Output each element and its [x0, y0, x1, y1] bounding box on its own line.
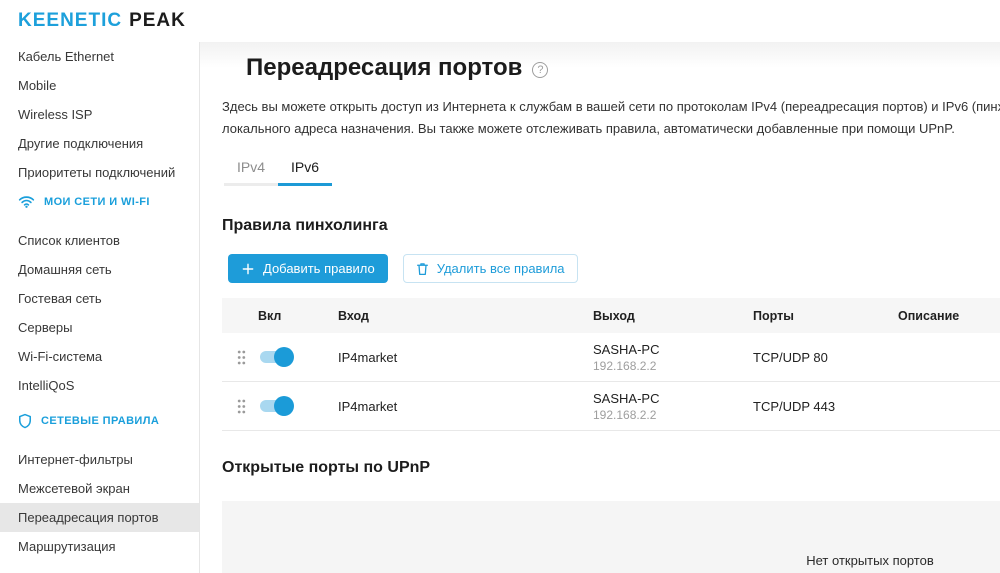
tab-ipv4[interactable]: IPv4 [224, 153, 278, 186]
delete-all-rules-button[interactable]: Удалить все правила [403, 254, 578, 283]
rule-input: IP4market [338, 399, 593, 414]
sidebar-item-routing[interactable]: Маршрутизация [0, 532, 199, 561]
drag-handle-icon[interactable] [222, 350, 258, 365]
sidebar-item-connection-priorities[interactable]: Приоритеты подключений [0, 158, 199, 187]
rule-enabled-toggle[interactable] [258, 347, 294, 367]
trash-icon [416, 262, 429, 276]
pinhole-rules-heading: Правила пинхолинга [222, 217, 1000, 235]
sidebar-section-my-networks: МОИ СЕТИ И WI-FI [0, 187, 199, 216]
sidebar-item-port-forwarding[interactable]: Переадресация портов [0, 503, 199, 532]
pinhole-rules-table: Вкл Вход Выход Порты Описание [222, 298, 1000, 431]
sidebar-section-label: СЕТЕВЫЕ ПРАВИЛА [41, 415, 159, 427]
sidebar-item-mobile[interactable]: Mobile [0, 71, 199, 100]
sidebar-nav: Кабель Ethernet Mobile Wireless ISP Друг… [0, 42, 200, 573]
sidebar-item-other-connections[interactable]: Другие подключения [0, 129, 199, 158]
protocol-tabs: IPv4 IPv6 [224, 153, 1000, 186]
col-header-description: Описание [898, 309, 1000, 323]
sidebar-item-wifi-system[interactable]: Wi-Fi-система [0, 342, 199, 371]
delete-all-rules-label: Удалить все правила [437, 261, 565, 276]
rule-output-ip: 192.168.2.2 [593, 358, 753, 374]
rule-ports: TCP/UDP 80 [753, 350, 898, 365]
add-rule-button[interactable]: Добавить правило [228, 254, 388, 283]
upnp-empty-text: Нет открытых портов [806, 553, 933, 568]
main-content: Переадресация портов ? Здесь вы можете о… [200, 42, 1000, 573]
tab-ipv6[interactable]: IPv6 [278, 153, 332, 186]
col-header-ports: Порты [753, 309, 898, 323]
sidebar-item-home-network[interactable]: Домашняя сеть [0, 255, 199, 284]
upnp-empty-state: Нет открытых портов [222, 501, 1000, 573]
table-row: IP4market SASHA-PC 192.168.2.2 TCP/UDP 4… [222, 382, 1000, 431]
plus-icon [241, 262, 255, 276]
logo-model: PEAK [129, 10, 186, 32]
sidebar-item-wireless-isp[interactable]: Wireless ISP [0, 100, 199, 129]
wifi-icon [18, 195, 35, 208]
col-header-enabled: Вкл [258, 309, 338, 323]
rule-output-host: SASHA-PC [593, 341, 753, 358]
sidebar-item-client-list[interactable]: Список клиентов [0, 226, 199, 255]
table-header: Вкл Вход Выход Порты Описание [222, 298, 1000, 333]
table-row: IP4market SASHA-PC 192.168.2.2 TCP/UDP 8… [222, 333, 1000, 382]
description-line-2: локального адреса назначения. Вы также м… [222, 118, 1000, 140]
page-title: Переадресация портов [246, 55, 522, 81]
upnp-heading: Открытые порты по UPnP [222, 459, 1000, 477]
rule-output-host: SASHA-PC [593, 390, 753, 407]
sidebar-item-intelliqos[interactable]: IntelliQoS [0, 371, 199, 400]
sidebar-item-internet-filters[interactable]: Интернет-фильтры [0, 445, 199, 474]
sidebar-section-network-rules: СЕТЕВЫЕ ПРАВИЛА [0, 406, 199, 435]
col-header-output: Выход [593, 309, 753, 323]
sidebar-section-label: МОИ СЕТИ И WI-FI [44, 196, 150, 208]
description-line-1: Здесь вы можете открыть доступ из Интерн… [222, 96, 1000, 118]
rule-enabled-toggle[interactable] [258, 396, 294, 416]
help-icon[interactable]: ? [532, 62, 548, 78]
sidebar-item-firewall[interactable]: Межсетевой экран [0, 474, 199, 503]
rule-output-ip: 192.168.2.2 [593, 407, 753, 423]
add-rule-label: Добавить правило [263, 261, 375, 276]
sidebar-item-servers[interactable]: Серверы [0, 313, 199, 342]
shield-icon [18, 413, 32, 429]
sidebar-item-guest-network[interactable]: Гостевая сеть [0, 284, 199, 313]
drag-handle-icon[interactable] [222, 399, 258, 414]
logo-brand: KEENETIC [18, 10, 122, 32]
sidebar-item-cable-ethernet[interactable]: Кабель Ethernet [0, 42, 199, 71]
keenetic-logo: KEENETIC PEAK [18, 10, 186, 32]
page-description: Здесь вы можете открыть доступ из Интерн… [222, 96, 1000, 140]
rule-input: IP4market [338, 350, 593, 365]
col-header-input: Вход [338, 309, 593, 323]
rule-ports: TCP/UDP 443 [753, 399, 898, 414]
top-header: KEENETIC PEAK [0, 0, 1000, 42]
